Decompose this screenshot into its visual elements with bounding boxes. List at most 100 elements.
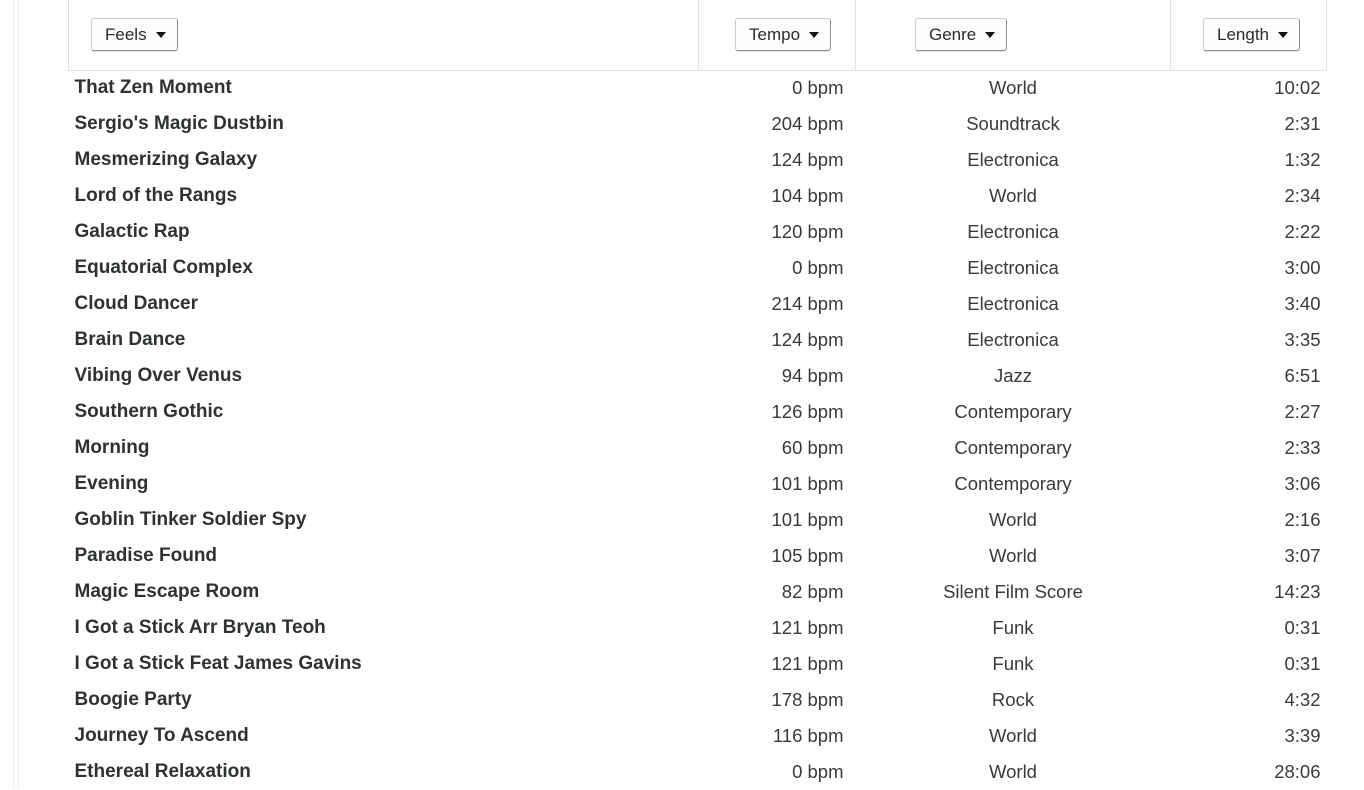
column-header-length: Length [1170,0,1327,71]
track-genre-cell: World [989,725,1037,746]
track-title-cell: Brain Dance [74,329,186,350]
track-tempo-cell: 101 bpm [771,473,844,494]
table-row[interactable]: Boogie Party 178 bpm Rock 4:32 [69,682,1327,718]
table-row[interactable]: Southern Gothic 126 bpm Contemporary 2:27 [69,394,1327,430]
track-genre-cell: Silent Film Score [943,581,1083,602]
track-tempo-cell: 82 bpm [781,581,844,602]
track-tempo-cell: 121 bpm [771,653,844,674]
track-genre-cell: World [989,77,1037,99]
track-length-cell: 1:32 [1284,149,1321,170]
tempo-filter-dropdown[interactable]: Tempo [735,18,832,52]
track-genre-cell: Rock [991,689,1035,710]
column-header-genre: Genre [855,0,1171,71]
genre-filter-label: Genre [929,25,977,45]
page-gutter-rule-left [13,0,14,789]
feels-filter-dropdown[interactable]: Feels [91,18,178,52]
table-row[interactable]: Journey To Ascend 116 bpm World 3:39 [69,718,1327,754]
track-title-cell: Boogie Party [74,689,192,710]
table-row[interactable]: I Got a Stick Feat James Gavins 121 bpm Fu… [69,646,1327,682]
track-tempo-cell: 101 bpm [771,509,844,530]
track-tempo-cell: 60 bpm [781,437,844,458]
table-row[interactable]: Brain Dance 124 bpm Electronica 3:35 [69,322,1327,358]
track-genre-cell: Contemporary [954,437,1072,458]
track-tempo-cell: 116 bpm [772,725,844,746]
track-genre-cell: Jazz [993,365,1033,386]
track-length-cell: 2:34 [1284,185,1321,206]
table-row[interactable]: Paradise Found 105 bpm World 3:07 [69,538,1327,574]
track-genre-cell: Contemporary [954,473,1072,494]
table-row[interactable]: Lord of the Rangs 104 bpm World 2:34 [69,178,1327,214]
feels-filter-label: Feels [105,25,147,45]
track-length-cell: 4:32 [1284,689,1321,710]
track-genre-cell: World [989,185,1037,206]
track-table: Feels Tempo Genre Length That Zen Moment… [68,0,1327,790]
track-genre-cell: Funk [992,653,1034,674]
track-title-cell: Southern Gothic [74,401,224,422]
track-title-cell: Paradise Found [74,545,218,566]
track-title-cell: Cloud Dancer [74,293,199,314]
chevron-down-icon [155,31,166,38]
track-length-cell: 3:39 [1284,725,1321,746]
track-genre-cell: Funk [992,617,1034,638]
table-row[interactable]: That Zen Moment 0 bpm World 10:02 [69,70,1327,106]
table-row[interactable]: Evening 101 bpm Contemporary 3:06 [69,466,1327,502]
track-title-cell: I Got a Stick Arr Bryan Teoh [74,617,326,638]
chevron-down-icon [985,31,996,38]
track-length-cell: 3:40 [1284,293,1321,314]
track-tempo-cell: 126 bpm [771,401,844,422]
track-genre-cell: Electronica [967,257,1059,278]
table-row[interactable]: Sergio's Magic Dustbin 204 bpm Soundtrack 2… [69,106,1327,142]
table-header-row: Feels Tempo Genre Length [68,0,1327,71]
genre-filter-dropdown[interactable]: Genre [915,18,1008,52]
chevron-down-icon [1278,31,1288,38]
track-length-cell: 3:00 [1284,257,1321,278]
track-length-cell: 2:31 [1284,113,1321,134]
length-filter-dropdown[interactable]: Length [1203,18,1300,52]
track-tempo-cell: 105 bpm [771,545,844,566]
column-header-title: Feels [68,0,699,71]
track-title-cell: Lord of the Rangs [74,185,238,206]
track-tempo-cell: 0 bpm [792,77,844,99]
track-tempo-cell: 94 bpm [781,365,844,386]
track-length-cell: 3:35 [1284,329,1321,350]
track-tempo-cell: 0 bpm [792,761,844,782]
track-tempo-cell: 120 bpm [771,221,844,242]
track-title-cell: I Got a Stick Feat James Gavins [74,653,362,674]
table-row[interactable]: Cloud Dancer 214 bpm Electronica 3:40 [69,286,1327,322]
track-title-cell: Morning [74,437,150,458]
table-row[interactable]: Mesmerizing Galaxy 124 bpm Electronica 1:32 [69,142,1327,178]
track-tempo-cell: 0 bpm [792,257,844,278]
track-length-cell: 3:07 [1284,545,1321,566]
track-length-cell: 10:02 [1274,77,1321,99]
table-row[interactable]: I Got a Stick Arr Bryan Teoh 121 bpm Funk 0… [69,610,1327,646]
table-row[interactable]: Goblin Tinker Soldier Spy 101 bpm World 2:1… [69,502,1327,538]
track-title-cell: Evening [74,473,149,494]
track-title-cell: Vibing Over Venus [74,365,243,386]
tempo-filter-label: Tempo [749,25,801,45]
table-row[interactable]: Magic Escape Room 82 bpm Silent Film Score… [69,574,1327,610]
table-row[interactable]: Equatorial Complex 0 bpm Electronica 3:00 [69,250,1327,286]
track-title-cell: Mesmerizing Galaxy [74,149,258,170]
track-genre-cell: World [989,761,1037,782]
track-title-cell: Equatorial Complex [74,257,253,278]
track-length-cell: 0:31 [1284,653,1321,674]
track-title-cell: That Zen Moment [74,77,232,99]
page-gutter-rule-inner [18,0,19,789]
track-title-cell: Goblin Tinker Soldier Spy [74,509,307,530]
track-length-cell: 2:16 [1284,509,1321,530]
track-genre-cell: World [989,509,1037,530]
table-row[interactable]: Vibing Over Venus 94 bpm Jazz 6:51 [69,358,1327,394]
table-row[interactable]: Morning 60 bpm Contemporary 2:33 [69,430,1327,466]
track-length-cell: 2:27 [1284,401,1321,422]
track-title-cell: Journey To Ascend [74,725,249,746]
track-title-cell: Galactic Rap [74,221,190,242]
track-genre-cell: World [989,545,1037,566]
track-genre-cell: Soundtrack [966,113,1060,134]
track-genre-cell: Electronica [967,149,1059,170]
table-row[interactable]: Ethereal Relaxation 0 bpm World 28:06 [69,754,1327,790]
column-header-tempo: Tempo [698,0,856,71]
track-length-cell: 0:31 [1284,617,1321,638]
track-title-cell: Ethereal Relaxation [74,761,251,782]
track-genre-cell: Electronica [967,221,1059,242]
table-row[interactable]: Galactic Rap 120 bpm Electronica 2:22 [69,214,1327,250]
